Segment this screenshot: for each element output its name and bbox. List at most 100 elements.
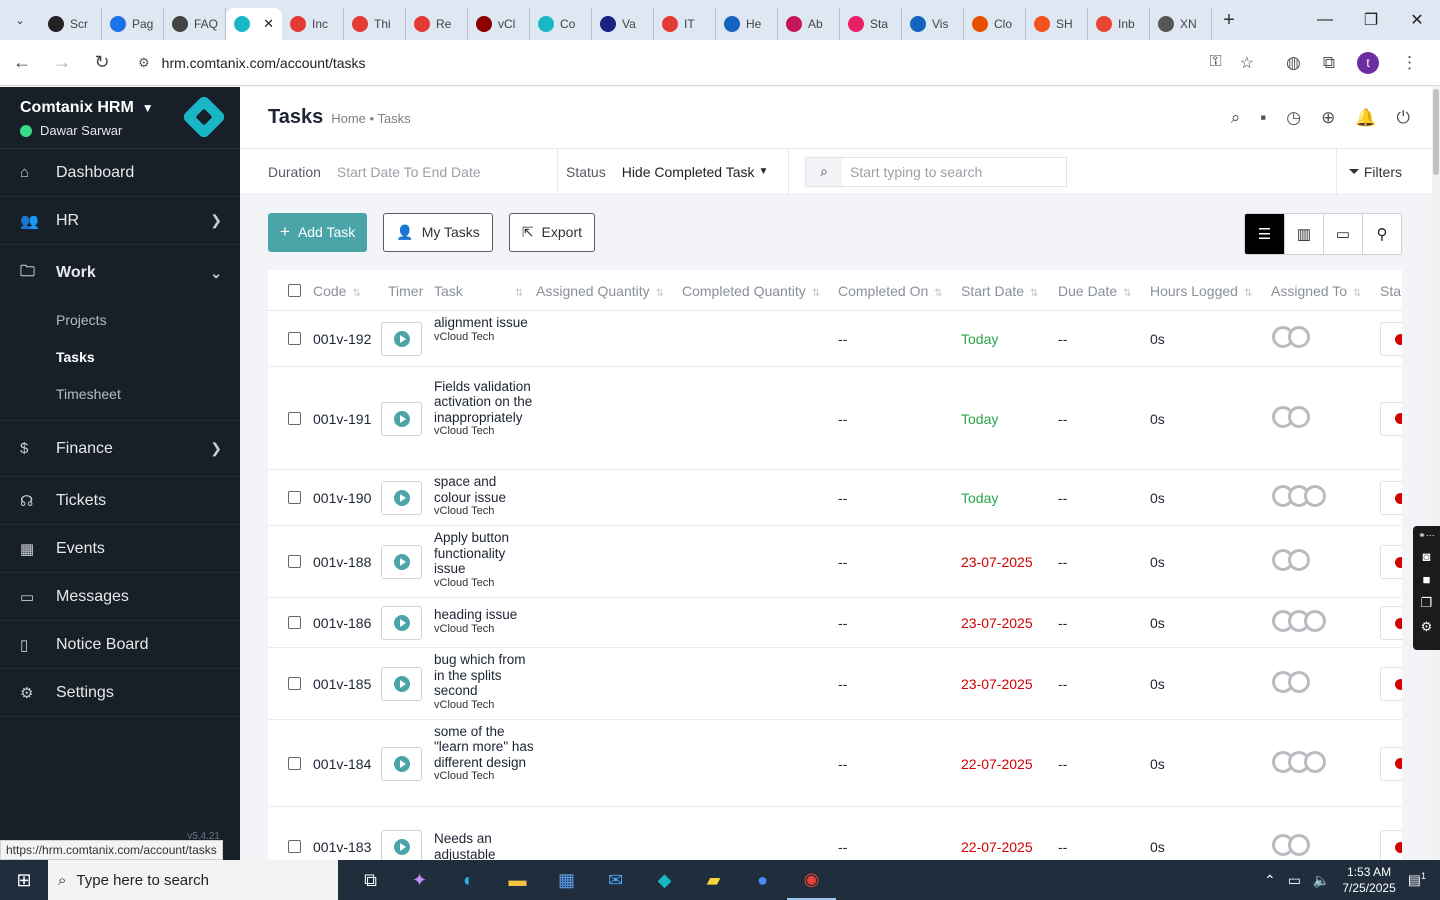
- sidebar-subitem-timesheet[interactable]: Timesheet: [0, 375, 240, 412]
- table-row[interactable]: 001v-191 Fields validation activation on …: [268, 367, 1402, 470]
- link-icon[interactable]: ⚭⋯: [1418, 530, 1435, 541]
- sidebar-item-tickets[interactable]: ☊ Tickets: [0, 477, 240, 525]
- table-row[interactable]: 001v-192 alignment issue vCloud Tech -- Toda…: [268, 311, 1402, 367]
- browser-tab[interactable]: FAQ: [164, 8, 226, 40]
- assignee-avatars[interactable]: [1272, 610, 1326, 632]
- status-select[interactable]: [1380, 481, 1402, 515]
- table-row[interactable]: 001v-188 Apply button functionality issue…: [268, 526, 1402, 598]
- browser-tab[interactable]: XN: [1150, 8, 1212, 40]
- browser-tab[interactable]: IT: [654, 8, 716, 40]
- avatar[interactable]: [1288, 549, 1310, 571]
- volume-icon[interactable]: 🔈: [1313, 872, 1330, 889]
- browser-tab[interactable]: He: [716, 8, 778, 40]
- copilot-icon[interactable]: ✦: [395, 860, 444, 900]
- task-code[interactable]: 001v-188: [313, 554, 371, 570]
- task-title[interactable]: heading issue: [434, 607, 534, 623]
- status-select[interactable]: [1380, 667, 1402, 701]
- clock-icon[interactable]: ◷: [1286, 108, 1301, 128]
- browser-tab[interactable]: ✕: [226, 8, 282, 40]
- export-button[interactable]: ⇱ Export: [508, 212, 596, 252]
- col-assigned-quantity[interactable]: Assigned Quantity ⇅: [536, 283, 664, 299]
- task-title[interactable]: alignment issue: [434, 315, 534, 331]
- task-cell[interactable]: heading issue vCloud Tech: [434, 607, 534, 636]
- task-title[interactable]: Fields validation activation on the inap…: [434, 379, 534, 426]
- app-icon[interactable]: ◆: [640, 860, 689, 900]
- task-cell[interactable]: some of the "learn more" has different d…: [434, 724, 534, 784]
- extensions-icon[interactable]: ⧉: [1323, 53, 1335, 73]
- avatar[interactable]: [1288, 834, 1310, 856]
- task-title[interactable]: bug which from in the splits second: [434, 652, 534, 699]
- filters-button[interactable]: ⏷ Filters: [1335, 148, 1432, 195]
- url-field[interactable]: ⚙ hrm.comtanix.com/account/tasks ⚿ ☆: [128, 45, 1268, 80]
- browser-tab[interactable]: Ab: [778, 8, 840, 40]
- task-code[interactable]: 001v-184: [313, 756, 371, 772]
- avatar[interactable]: [1288, 326, 1310, 348]
- back-icon[interactable]: ←: [4, 45, 40, 81]
- sidebar-item-messages[interactable]: ▭ Messages: [0, 573, 240, 621]
- browser-tab[interactable]: Va: [592, 8, 654, 40]
- assignee-avatars[interactable]: [1272, 671, 1310, 693]
- browser-tab[interactable]: vCl: [468, 8, 530, 40]
- task-cell[interactable]: Needs an adjustable space: [434, 831, 534, 860]
- col-status[interactable]: Sta: [1380, 283, 1401, 299]
- row-checkbox[interactable]: [288, 491, 301, 504]
- select-all-checkbox[interactable]: [288, 284, 301, 297]
- sidebar-subitem-tasks[interactable]: Tasks: [0, 338, 240, 375]
- start-timer-button[interactable]: [381, 830, 422, 860]
- task-title[interactable]: Apply button functionality issue: [434, 530, 534, 577]
- table-row[interactable]: 001v-183 Needs an adjustable space -- 22-07…: [268, 807, 1402, 860]
- zoom-icon[interactable]: ●: [738, 860, 787, 900]
- task-view-icon[interactable]: ⧉: [346, 860, 395, 900]
- browser-tab[interactable]: Sta: [840, 8, 902, 40]
- col-code[interactable]: Code ⇅: [313, 283, 361, 299]
- bell-icon[interactable]: 🔔: [1355, 108, 1376, 128]
- close-tab-icon[interactable]: ✕: [263, 16, 274, 32]
- sidebar-item-finance[interactable]: $ Finance ❯: [0, 421, 240, 477]
- browser-tab[interactable]: SH: [1026, 8, 1088, 40]
- assignee-avatars[interactable]: [1272, 750, 1326, 773]
- sidebar-item-settings[interactable]: ⚙ Settings: [0, 669, 240, 717]
- camera-icon[interactable]: ◙: [1423, 549, 1431, 564]
- password-key-icon[interactable]: ⚿: [1209, 53, 1221, 73]
- task-cell[interactable]: alignment issue vCloud Tech: [434, 315, 534, 344]
- task-cell[interactable]: bug which from in the splits second vClou…: [434, 652, 534, 712]
- task-code[interactable]: 001v-183: [313, 839, 371, 855]
- mail-icon[interactable]: ✉: [591, 860, 640, 900]
- task-title[interactable]: space and colour issue: [434, 474, 534, 505]
- start-timer-button[interactable]: [381, 481, 422, 515]
- start-timer-button[interactable]: [381, 746, 422, 781]
- col-assigned-to[interactable]: Assigned To ⇅: [1271, 283, 1361, 299]
- col-completed-on[interactable]: Completed On ⇅: [838, 283, 943, 299]
- task-title[interactable]: Needs an adjustable space: [434, 831, 534, 860]
- col-hours-logged[interactable]: Hours Logged ⇅: [1150, 283, 1252, 299]
- assignee-avatars[interactable]: [1272, 326, 1310, 348]
- avatar[interactable]: [1304, 750, 1326, 773]
- status-select[interactable]: [1380, 746, 1402, 781]
- start-timer-button[interactable]: [381, 667, 422, 701]
- search-input[interactable]: ⌕ Start typing to search: [805, 156, 1067, 187]
- assignee-avatars[interactable]: [1272, 405, 1310, 428]
- status-select[interactable]: [1380, 545, 1402, 579]
- browser-tab[interactable]: Re: [406, 8, 468, 40]
- avatar[interactable]: [1304, 485, 1326, 507]
- tab-search-icon[interactable]: ⌄: [0, 0, 40, 40]
- duration-range-input[interactable]: Start Date To End Date: [337, 164, 481, 180]
- browser-tab[interactable]: Clo: [964, 8, 1026, 40]
- assignee-avatars[interactable]: [1272, 485, 1326, 507]
- gear-icon[interactable]: ⚙: [1421, 619, 1433, 635]
- edge-icon[interactable]: ◐: [444, 860, 493, 900]
- window-icon[interactable]: ❐: [1421, 595, 1433, 611]
- power-icon[interactable]: ⏻: [1397, 108, 1410, 128]
- task-code[interactable]: 001v-185: [313, 676, 371, 692]
- system-clock[interactable]: 1:53 AM 7/25/2025: [1342, 864, 1395, 896]
- maximize-icon[interactable]: ❐: [1348, 0, 1394, 40]
- start-timer-button[interactable]: [381, 322, 422, 356]
- calendar-view-icon[interactable]: ▭: [1323, 214, 1362, 254]
- browser-tab[interactable]: Vis: [902, 8, 964, 40]
- browser-tab[interactable]: Inb: [1088, 8, 1150, 40]
- row-checkbox[interactable]: [288, 555, 301, 568]
- store-icon[interactable]: ▦: [542, 860, 591, 900]
- task-code[interactable]: 001v-191: [313, 411, 371, 427]
- avatar[interactable]: [1288, 405, 1310, 428]
- site-info-icon[interactable]: ⚙: [138, 55, 150, 71]
